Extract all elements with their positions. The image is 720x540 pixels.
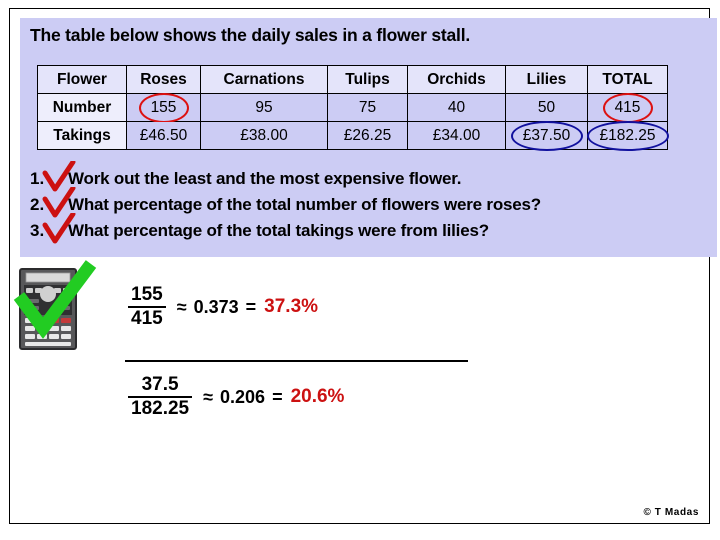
cell-takings-tulips: £26.25: [327, 121, 408, 150]
row-label-takings: Takings: [37, 121, 127, 150]
question-number: 3.: [30, 221, 45, 240]
table-header-roses: Roses: [126, 65, 201, 94]
percent-answer: 20.6%: [290, 386, 345, 407]
working-divider: [125, 360, 468, 362]
copyright-credit: © T Madas: [643, 507, 699, 518]
fraction-1: 155 415: [128, 285, 166, 329]
question-number: 2.: [30, 195, 45, 214]
equals-sign: =: [272, 386, 283, 407]
cell-takings-roses: £46.50: [126, 121, 201, 150]
table-header-total: TOTAL: [587, 65, 668, 94]
cell-value: 155: [150, 98, 177, 116]
cell-number-total: 415: [587, 92, 668, 123]
working-line-1: 155 415 ≈ 0.373 = 37.3%: [128, 285, 318, 329]
slide-frame: The table below shows the daily sales in…: [9, 8, 717, 524]
calculator-graphic: [13, 260, 97, 350]
row-label-number: Number: [37, 93, 127, 122]
question-number: 1.: [30, 169, 45, 188]
question-item-2: 2. What percentage of the total number o…: [30, 187, 710, 221]
question-item-3: 3. What percentage of the total takings …: [30, 213, 710, 247]
question-text: What percentage of the total number of f…: [68, 195, 541, 214]
table-row-number: Number 155 95 75 40 50 415: [37, 92, 668, 123]
cell-number-carnations: 95: [200, 93, 328, 122]
table-header-lilies: Lilies: [505, 65, 588, 94]
table-header-tulips: Tulips: [327, 65, 408, 94]
cell-value: £182.25: [599, 126, 656, 144]
decimal-value: 0.373: [193, 296, 239, 317]
fraction-numerator: 155: [131, 284, 163, 305]
approx-sign: ≈: [203, 386, 214, 407]
cell-number-roses: 155: [126, 92, 201, 123]
fraction-2: 37.5 182.25: [128, 374, 193, 420]
questions-list: 1. Work out the least and the most expen…: [30, 161, 710, 247]
approx-sign: ≈: [176, 296, 187, 317]
cell-number-orchids: 40: [407, 93, 506, 122]
table-header-flower: Flower: [37, 65, 127, 94]
percent-answer: 37.3%: [264, 296, 319, 317]
cell-takings-orchids: £34.00: [407, 121, 506, 150]
cell-takings-total: £182.25: [586, 120, 669, 151]
page-title: The table below shows the daily sales in…: [30, 25, 471, 45]
table-row-takings: Takings £46.50 £38.00 £26.25 £34.00 £37.…: [37, 120, 669, 151]
table-header-orchids: Orchids: [407, 65, 506, 94]
question-text: What percentage of the total takings wer…: [68, 221, 489, 240]
cell-takings-carnations: £38.00: [200, 121, 328, 150]
decimal-value: 0.206: [220, 386, 266, 407]
working-line-2: 37.5 182.25 ≈ 0.206 = 20.6%: [128, 375, 344, 419]
question-text: Work out the least and the most expensiv…: [68, 169, 462, 188]
cell-number-lilies: 50: [505, 93, 588, 122]
fraction-numerator: 37.5: [141, 374, 179, 395]
fraction-denominator: 415: [131, 308, 163, 330]
calculator-icon: [19, 268, 77, 350]
sales-table: Flower Roses Carnations Tulips Orchids L…: [37, 65, 669, 151]
cell-number-tulips: 75: [327, 93, 408, 122]
question-item-1: 1. Work out the least and the most expen…: [30, 161, 710, 195]
cell-value: 415: [614, 98, 641, 116]
equals-sign: =: [245, 296, 257, 317]
table-header-carnations: Carnations: [200, 65, 328, 94]
cell-takings-lilies: £37.50: [505, 120, 588, 151]
fraction-denominator: 182.25: [131, 398, 190, 420]
cell-value: £37.50: [522, 126, 571, 144]
table-header-row: Flower Roses Carnations Tulips Orchids L…: [37, 65, 668, 94]
